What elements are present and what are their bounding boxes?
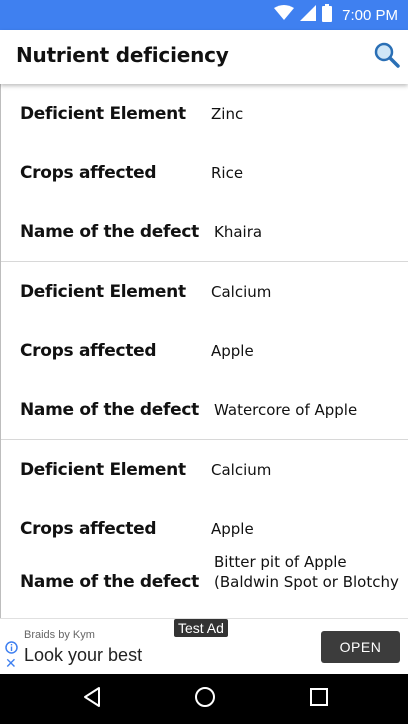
defect-label: Name of the defect: [20, 572, 199, 592]
crops-label: Crops affected: [20, 519, 157, 539]
deficiency-list[interactable]: Deficient Element Zinc Crops affected Ri…: [0, 84, 408, 618]
ad-open-button[interactable]: OPEN: [321, 631, 400, 663]
defect-row: Name of the defect Khaira: [1, 202, 408, 261]
element-label: Deficient Element: [20, 282, 186, 302]
element-value: Calcium: [211, 461, 272, 479]
home-icon: [194, 686, 216, 712]
status-icons: 7:00 PM: [274, 0, 398, 30]
search-button[interactable]: [372, 42, 402, 72]
element-value: Zinc: [211, 105, 244, 123]
element-row: Deficient Element Zinc: [1, 84, 408, 143]
defect-value: Watercore of Apple: [214, 401, 358, 419]
list-item[interactable]: Deficient Element Calcium Crops affected…: [1, 262, 408, 440]
ad-close-icon[interactable]: ✕: [5, 656, 17, 672]
status-time: 7:00 PM: [342, 6, 398, 24]
element-row: Deficient Element Calcium: [1, 262, 408, 321]
page-title: Nutrient deficiency: [16, 43, 229, 67]
defect-value: Khaira: [214, 223, 263, 241]
crops-value: Rice: [211, 164, 244, 182]
defect-row: Name of the defect Bitter pit of Apple (…: [1, 553, 408, 618]
battery-icon: [322, 4, 333, 26]
element-label: Deficient Element: [20, 460, 186, 480]
list-item[interactable]: Deficient Element Zinc Crops affected Ri…: [1, 84, 408, 262]
crops-row: Crops affected Apple: [1, 321, 408, 380]
defect-label: Name of the defect: [20, 400, 199, 420]
defect-value: Bitter pit of Apple (Baldwin Spot or Blo…: [214, 553, 399, 591]
status-bar: 7:00 PM: [0, 0, 408, 30]
home-button[interactable]: [193, 687, 217, 711]
search-icon: [374, 42, 400, 72]
ad-brand: Braids by Kym: [24, 629, 95, 641]
element-label: Deficient Element: [20, 104, 186, 124]
crops-label: Crops affected: [20, 341, 157, 361]
nav-bar: [0, 674, 408, 724]
crops-label: Crops affected: [20, 163, 157, 183]
app-bar: Nutrient deficiency: [0, 30, 408, 84]
back-button[interactable]: [80, 687, 104, 711]
crops-row: Crops affected Apple: [1, 499, 408, 558]
recents-button[interactable]: [307, 687, 331, 711]
back-icon: [81, 686, 103, 712]
defect-label: Name of the defect: [20, 222, 199, 242]
crops-value: Apple: [211, 520, 254, 538]
crops-row: Crops affected Rice: [1, 143, 408, 202]
ad-banner[interactable]: Test Ad ✕ Braids by Kym Look your best O…: [0, 618, 408, 674]
element-row: Deficient Element Calcium: [1, 440, 408, 499]
wifi-icon: [274, 5, 295, 25]
defect-row: Name of the defect Watercore of Apple: [1, 380, 408, 439]
recents-icon: [308, 686, 330, 712]
element-value: Calcium: [211, 283, 272, 301]
signal-icon: [300, 5, 317, 25]
ad-headline[interactable]: Look your best: [24, 645, 142, 666]
test-ad-badge: Test Ad: [174, 619, 228, 637]
crops-value: Apple: [211, 342, 254, 360]
list-item[interactable]: Deficient Element Calcium Crops affected…: [1, 440, 408, 618]
